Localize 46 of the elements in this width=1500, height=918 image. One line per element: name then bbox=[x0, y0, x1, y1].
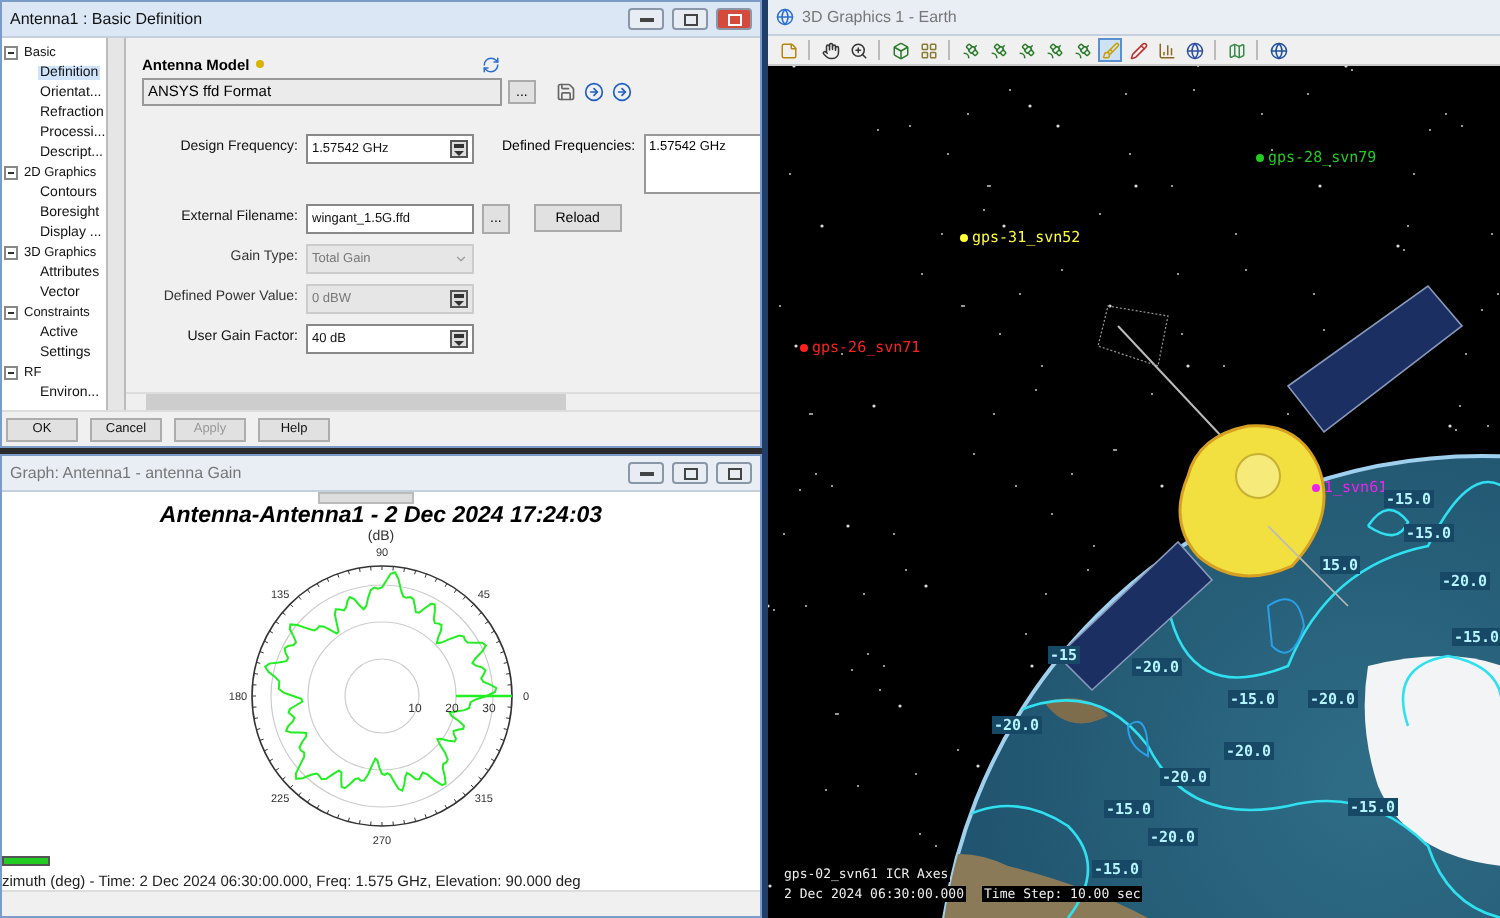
maximize-button[interactable] bbox=[672, 462, 708, 484]
arrow-circle-icon[interactable] bbox=[583, 81, 606, 103]
save-icon[interactable] bbox=[555, 81, 578, 103]
satellite-dot-icon[interactable] bbox=[1256, 153, 1264, 161]
satellite-dot-icon[interactable] bbox=[800, 343, 808, 351]
close-button[interactable] bbox=[716, 8, 752, 30]
satellite-icon[interactable] bbox=[958, 38, 982, 62]
expander-icon[interactable] bbox=[4, 245, 18, 259]
window-title: Graph: Antenna1 - antenna Gain bbox=[10, 464, 244, 482]
satellite-icon[interactable] bbox=[1014, 38, 1038, 62]
satellite-icon[interactable] bbox=[1042, 38, 1066, 62]
satellite-dot-icon[interactable] bbox=[960, 233, 968, 241]
grid-icon[interactable] bbox=[916, 38, 940, 62]
chevron-down-icon bbox=[454, 252, 468, 266]
hand-icon[interactable] bbox=[818, 38, 842, 62]
minimize-button[interactable] bbox=[628, 8, 664, 30]
expander-icon[interactable] bbox=[4, 365, 18, 379]
chart-icon[interactable] bbox=[1154, 38, 1178, 62]
scrollbar[interactable] bbox=[126, 392, 760, 410]
satellite-icon[interactable] bbox=[1070, 38, 1094, 62]
pencil-icon[interactable] bbox=[1126, 38, 1150, 62]
window-title: Antenna1 : Basic Definition bbox=[10, 10, 205, 28]
cube-icon[interactable] bbox=[888, 38, 912, 62]
chart-title: Antenna-Antenna1 - 2 Dec 2024 17:24:03 bbox=[159, 504, 603, 528]
arrow-circle-icon[interactable] bbox=[611, 81, 634, 103]
satellite-dot-icon[interactable] bbox=[1312, 483, 1320, 491]
satellite-icon[interactable] bbox=[986, 38, 1010, 62]
scrollbar[interactable] bbox=[108, 38, 126, 410]
note-icon[interactable] bbox=[776, 38, 800, 62]
splitter-handle[interactable] bbox=[318, 492, 414, 504]
globe-icon bbox=[776, 8, 794, 26]
unit-picker-icon[interactable] bbox=[450, 330, 468, 348]
globe-icon[interactable] bbox=[1266, 38, 1290, 62]
status-dot-icon bbox=[255, 60, 264, 68]
minimize-button[interactable] bbox=[628, 462, 664, 484]
expander-icon[interactable] bbox=[4, 305, 18, 319]
expander-icon[interactable] bbox=[4, 165, 18, 179]
unit-picker-icon[interactable] bbox=[450, 140, 468, 158]
window-title: 3D Graphics 1 - Earth bbox=[802, 8, 959, 26]
expander-icon[interactable] bbox=[4, 45, 18, 59]
close-button[interactable] bbox=[716, 462, 752, 484]
map-icon[interactable] bbox=[1224, 38, 1248, 62]
refresh-icon[interactable] bbox=[479, 53, 502, 75]
globe-icon[interactable] bbox=[1182, 38, 1206, 62]
maximize-button[interactable] bbox=[672, 8, 708, 30]
zoom-icon[interactable] bbox=[846, 38, 870, 62]
